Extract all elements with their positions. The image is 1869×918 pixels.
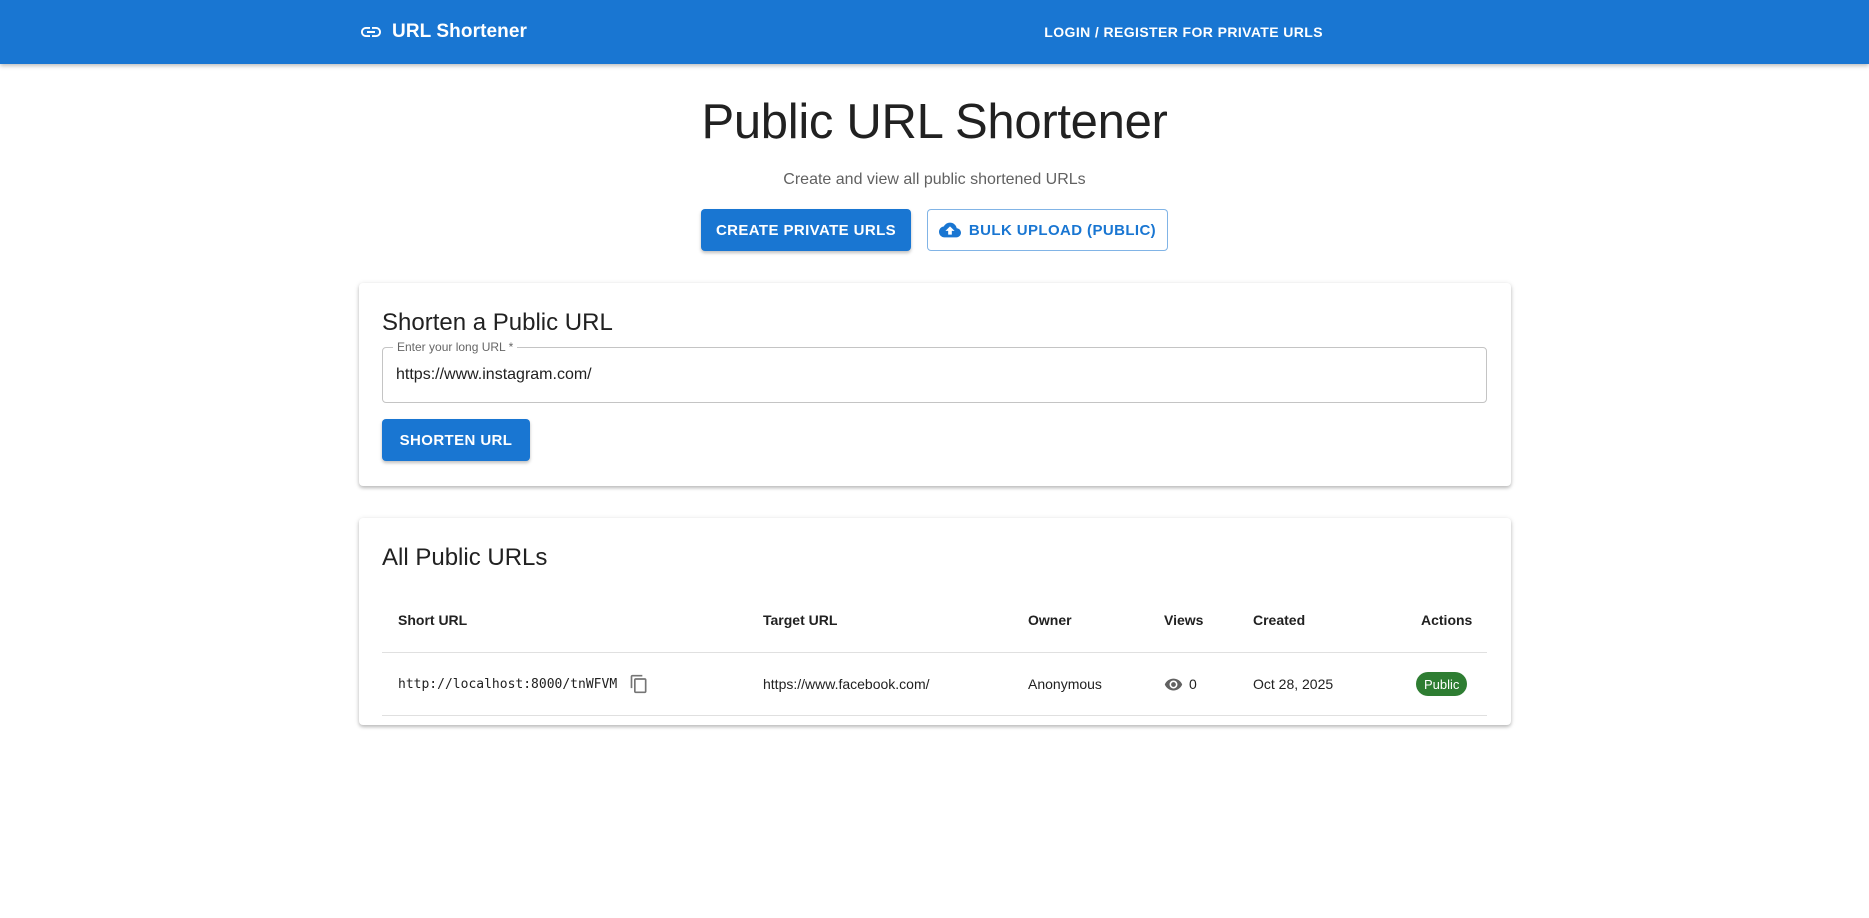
public-urls-title: All Public URLs <box>382 544 548 571</box>
column-short-url: Short URL <box>398 612 468 628</box>
shorten-url-label: SHORTEN URL <box>399 431 513 449</box>
views-cell: 0 <box>1164 653 1197 715</box>
app-bar: URL Shortener LOGIN / REGISTER FOR PRIVA… <box>0 0 1869 64</box>
shorten-card-title: Shorten a Public URL <box>382 309 613 336</box>
page-subtitle: Create and view all public shortened URL… <box>783 171 1086 188</box>
owner-cell: Anonymous <box>1028 676 1102 692</box>
app-title: URL Shortener <box>392 21 528 42</box>
long-url-input[interactable]: https://www.instagram.com/ <box>396 348 592 402</box>
column-created: Created <box>1253 612 1306 628</box>
create-private-urls-label: CREATE PRIVATE URLS <box>715 221 897 239</box>
table-header: Short URL Target URL Owner Views Created… <box>382 588 1487 653</box>
shorten-url-button[interactable]: SHORTEN URL <box>382 419 530 461</box>
eye-icon <box>1164 675 1183 694</box>
link-icon <box>359 20 383 44</box>
actions-cell: Public <box>1416 653 1468 715</box>
create-private-urls-button[interactable]: CREATE PRIVATE URLS <box>701 209 911 251</box>
column-actions: Actions <box>1421 612 1473 628</box>
column-owner: Owner <box>1028 612 1072 628</box>
short-url-text[interactable]: http://localhost:8000/tnWFVM <box>398 677 617 692</box>
brand[interactable]: URL Shortener <box>359 0 527 64</box>
target-url-cell: https://www.facebook.com/ <box>763 676 930 692</box>
short-url-cell: http://localhost:8000/tnWFVM <box>398 653 649 715</box>
bulk-upload-label: BULK UPLOAD (PUBLIC) <box>968 221 1157 239</box>
column-target-url: Target URL <box>763 612 838 628</box>
views-count: 0 <box>1189 676 1197 692</box>
long-url-field[interactable]: Enter your long URL * https://www.instag… <box>382 340 1487 403</box>
status-badge: Public <box>1416 672 1468 696</box>
shorten-url-card: Shorten a Public URL Enter your long URL… <box>359 283 1511 486</box>
column-views: Views <box>1164 612 1204 628</box>
table-row: http://localhost:8000/tnWFVM https://www… <box>382 653 1487 716</box>
page-title: Public URL Shortener <box>701 95 1168 149</box>
copy-icon[interactable] <box>629 674 649 694</box>
created-cell: Oct 28, 2025 <box>1253 676 1334 692</box>
urls-table: Short URL Target URL Owner Views Created… <box>382 588 1487 716</box>
cloud-upload-icon <box>938 219 961 241</box>
login-register-button[interactable]: LOGIN / REGISTER FOR PRIVATE URLS <box>1044 0 1323 64</box>
public-urls-card: All Public URLs Short URL Target URL Own… <box>359 518 1511 725</box>
bulk-upload-button[interactable]: BULK UPLOAD (PUBLIC) <box>927 209 1168 251</box>
